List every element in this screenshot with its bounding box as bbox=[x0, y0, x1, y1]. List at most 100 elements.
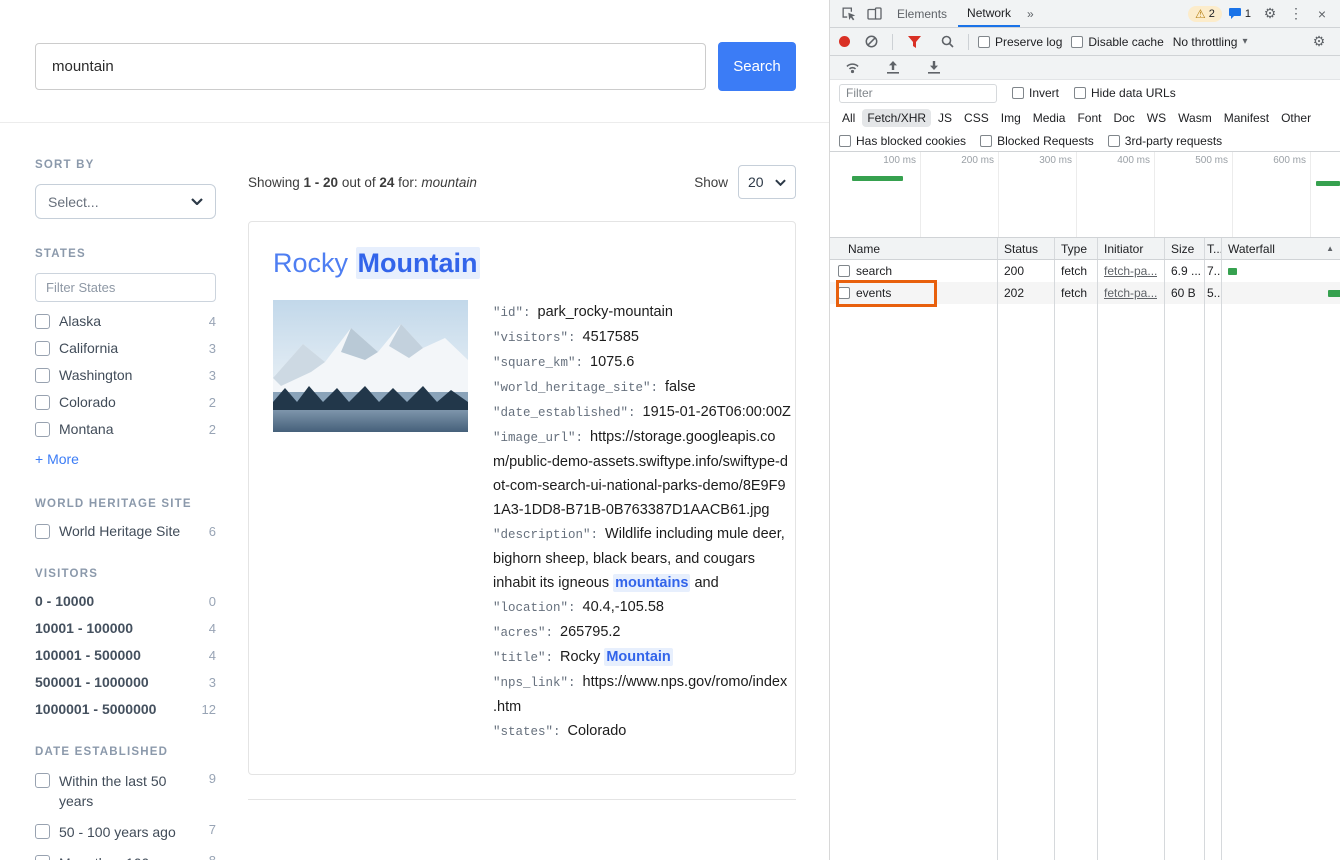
search-icon[interactable] bbox=[935, 31, 959, 53]
initiator-link[interactable]: fetch-pa... bbox=[1104, 286, 1157, 300]
facet-option-montana[interactable]: Montana 2 bbox=[35, 421, 216, 437]
network-timeline-overview[interactable]: 100 ms 200 ms 300 ms 400 ms 500 ms 600 m… bbox=[830, 152, 1340, 238]
network-conditions-icon[interactable] bbox=[840, 57, 864, 79]
visitors-range-2[interactable]: 100001 - 500000 4 bbox=[35, 647, 216, 663]
checkbox[interactable] bbox=[838, 265, 850, 277]
request-name-cell[interactable]: search bbox=[830, 260, 998, 282]
initiator-link[interactable]: fetch-pa... bbox=[1104, 264, 1157, 278]
chip-ws[interactable]: WS bbox=[1142, 109, 1171, 127]
checkbox[interactable] bbox=[1074, 87, 1086, 99]
blocked-requests-checkbox[interactable]: Blocked Requests bbox=[980, 134, 1094, 148]
inspect-element-icon[interactable] bbox=[836, 3, 860, 25]
visitors-range-4[interactable]: 1000001 - 5000000 12 bbox=[35, 701, 216, 717]
facet-option-50-100-years[interactable]: 50 - 100 years ago 7 bbox=[35, 822, 216, 842]
import-har-icon[interactable] bbox=[881, 57, 905, 79]
chip-wasm[interactable]: Wasm bbox=[1173, 109, 1217, 127]
chip-css[interactable]: CSS bbox=[959, 109, 994, 127]
request-name-cell[interactable]: events bbox=[830, 282, 998, 304]
search-button[interactable]: Search bbox=[718, 42, 796, 91]
field-value: 40.4,-105.58 bbox=[583, 599, 664, 615]
hide-data-urls-checkbox[interactable]: Hide data URLs bbox=[1074, 86, 1176, 100]
filter-states-input[interactable] bbox=[35, 273, 216, 302]
facet-option-world-heritage[interactable]: World Heritage Site 6 bbox=[35, 523, 216, 539]
facet-checkbox[interactable] bbox=[35, 855, 50, 860]
devtools-panel: Elements Network » ⚠ 2 1 ⚙ ⋮ × bbox=[830, 0, 1340, 860]
column-header-initiator[interactable]: Initiator bbox=[1098, 238, 1165, 259]
kebab-menu-icon[interactable]: ⋮ bbox=[1284, 3, 1308, 25]
facet-checkbox[interactable] bbox=[35, 314, 50, 329]
third-party-requests-checkbox[interactable]: 3rd-party requests bbox=[1108, 134, 1222, 148]
facet-option-last-50-years[interactable]: Within the last 50 years 9 bbox=[35, 771, 216, 811]
facet-option-more-100-years[interactable]: More than 100 years ago 8 bbox=[35, 853, 216, 860]
facet-checkbox[interactable] bbox=[35, 773, 50, 788]
more-states-link[interactable]: + More bbox=[35, 451, 79, 467]
chip-fetch-xhr[interactable]: Fetch/XHR bbox=[862, 109, 931, 127]
more-tabs-chevron[interactable]: » bbox=[1022, 7, 1039, 21]
column-header-size[interactable]: Size bbox=[1165, 238, 1205, 259]
settings-gear-icon[interactable]: ⚙ bbox=[1258, 3, 1282, 25]
column-header-name[interactable]: Name bbox=[830, 238, 998, 259]
page-size-select[interactable]: 20 bbox=[738, 165, 796, 199]
tab-network[interactable]: Network bbox=[958, 0, 1020, 27]
visitors-range-0[interactable]: 0 - 10000 0 bbox=[35, 593, 216, 609]
column-header-waterfall[interactable]: Waterfall ▲ bbox=[1222, 238, 1340, 259]
facet-option-washington[interactable]: Washington 3 bbox=[35, 367, 216, 383]
chip-img[interactable]: Img bbox=[996, 109, 1026, 127]
result-title[interactable]: Rocky Mountain bbox=[273, 248, 771, 279]
request-row-events[interactable]: events 202 fetch fetch-pa... 60 B 5... bbox=[830, 282, 1340, 304]
device-toolbar-icon[interactable] bbox=[862, 3, 886, 25]
checkbox[interactable] bbox=[980, 135, 992, 147]
facet-count: 4 bbox=[201, 314, 216, 329]
preserve-log-checkbox[interactable]: Preserve log bbox=[978, 35, 1062, 49]
filter-funnel-icon[interactable] bbox=[902, 31, 926, 53]
throttling-select[interactable]: No throttling ▾ bbox=[1173, 35, 1248, 49]
column-header-time[interactable]: T... bbox=[1205, 238, 1222, 259]
visitors-range-3[interactable]: 500001 - 1000000 3 bbox=[35, 674, 216, 690]
chip-manifest[interactable]: Manifest bbox=[1219, 109, 1274, 127]
export-har-icon[interactable] bbox=[922, 57, 946, 79]
close-devtools-icon[interactable]: × bbox=[1310, 3, 1334, 25]
network-filter-input[interactable] bbox=[839, 84, 997, 103]
tab-elements[interactable]: Elements bbox=[888, 0, 956, 27]
chip-all[interactable]: All bbox=[837, 109, 860, 127]
third-party-requests-label: 3rd-party requests bbox=[1125, 134, 1222, 148]
checkbox[interactable] bbox=[1071, 36, 1083, 48]
facet-checkbox[interactable] bbox=[35, 341, 50, 356]
visitors-range-1[interactable]: 10001 - 100000 4 bbox=[35, 620, 216, 636]
facet-option-alaska[interactable]: Alaska 4 bbox=[35, 313, 216, 329]
has-blocked-cookies-checkbox[interactable]: Has blocked cookies bbox=[839, 134, 966, 148]
chip-doc[interactable]: Doc bbox=[1108, 109, 1139, 127]
checkbox[interactable] bbox=[839, 135, 851, 147]
invert-checkbox[interactable]: Invert bbox=[1012, 86, 1059, 100]
checkbox[interactable] bbox=[978, 36, 990, 48]
checkbox[interactable] bbox=[1012, 87, 1024, 99]
request-size-cell: 60 B bbox=[1165, 282, 1205, 304]
column-header-status[interactable]: Status bbox=[998, 238, 1055, 259]
warnings-badge[interactable]: ⚠ 2 bbox=[1188, 6, 1222, 22]
request-row-search[interactable]: search 200 fetch fetch-pa... 6.9 ... 7..… bbox=[830, 260, 1340, 282]
facet-checkbox[interactable] bbox=[35, 422, 50, 437]
column-header-type[interactable]: Type bbox=[1055, 238, 1098, 259]
facet-checkbox[interactable] bbox=[35, 395, 50, 410]
checkbox[interactable] bbox=[1108, 135, 1120, 147]
timeline-gridline bbox=[998, 152, 999, 237]
facet-option-california[interactable]: California 3 bbox=[35, 340, 216, 356]
facet-checkbox[interactable] bbox=[35, 524, 50, 539]
chip-font[interactable]: Font bbox=[1072, 109, 1106, 127]
search-input[interactable] bbox=[35, 43, 706, 90]
sort-select[interactable]: Select... bbox=[35, 184, 216, 219]
facet-checkbox[interactable] bbox=[35, 824, 50, 839]
record-button[interactable] bbox=[839, 36, 850, 47]
chip-js[interactable]: JS bbox=[933, 109, 957, 127]
field-key: "acres": bbox=[493, 626, 553, 640]
issues-badge[interactable]: 1 bbox=[1224, 7, 1256, 21]
result-title-plain: Rocky bbox=[273, 248, 356, 278]
network-settings-gear-icon[interactable]: ⚙ bbox=[1307, 31, 1331, 53]
facet-checkbox[interactable] bbox=[35, 368, 50, 383]
clear-requests-icon[interactable] bbox=[859, 31, 883, 53]
chip-other[interactable]: Other bbox=[1276, 109, 1316, 127]
disable-cache-checkbox[interactable]: Disable cache bbox=[1071, 35, 1163, 49]
chip-media[interactable]: Media bbox=[1028, 109, 1071, 127]
facet-option-colorado[interactable]: Colorado 2 bbox=[35, 394, 216, 410]
checkbox[interactable] bbox=[838, 287, 850, 299]
